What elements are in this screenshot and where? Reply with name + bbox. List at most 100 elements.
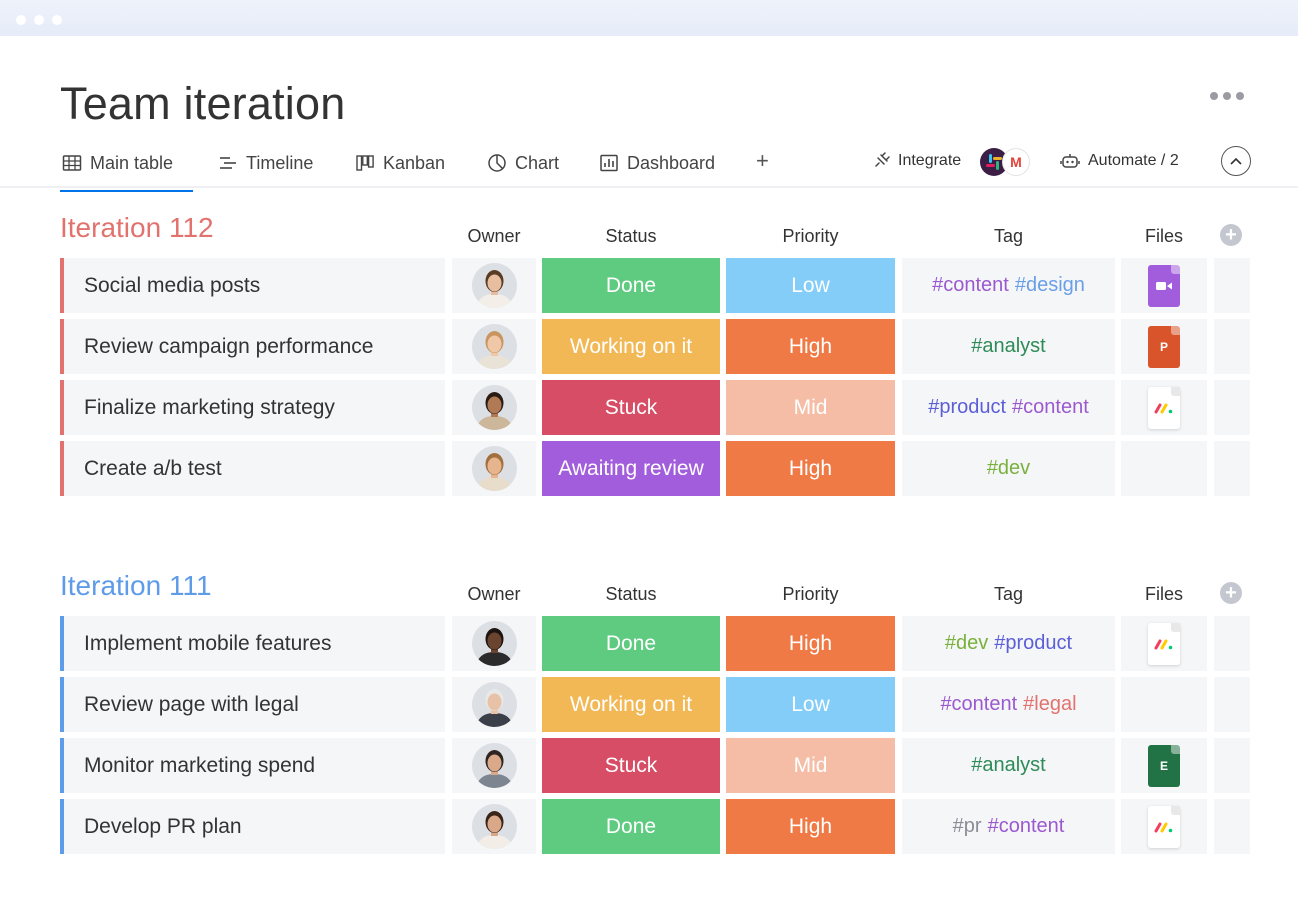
files-cell[interactable]: E [1121,738,1207,793]
status-badge[interactable]: Awaiting review [542,441,720,496]
priority-badge[interactable]: Low [726,677,895,732]
integrate-button[interactable]: Integrate [872,152,961,170]
files-cell[interactable] [1121,380,1207,435]
status-badge[interactable]: Done [542,258,720,313]
tab-dashboard[interactable]: Dashboard [599,144,715,182]
column-header-tag[interactable]: Tag [902,226,1115,247]
tag-cell[interactable]: #dev #product [902,616,1115,671]
tag-cell[interactable]: #content #legal [902,677,1115,732]
tag-chip[interactable]: #product [928,396,1006,419]
add-column-button[interactable]: + [1220,582,1242,604]
empty-cell[interactable] [1214,799,1250,854]
empty-cell[interactable] [1214,441,1250,496]
add-column-button[interactable]: + [1220,224,1242,246]
monday-file-icon[interactable] [1148,386,1180,429]
tag-chip[interactable]: #design [1015,274,1085,297]
column-header-files[interactable]: Files [1121,584,1207,605]
group-title[interactable]: Iteration 112 [60,212,214,244]
more-options-icon[interactable] [1210,92,1246,104]
column-header-files[interactable]: Files [1121,226,1207,247]
tag-cell[interactable]: #content #design [902,258,1115,313]
tag-chip[interactable]: #content [940,693,1017,716]
tab-main-table[interactable]: Main table [59,144,194,192]
files-cell[interactable] [1121,441,1207,496]
tag-chip[interactable]: #dev [945,632,988,655]
files-cell[interactable]: P [1121,319,1207,374]
tab-chart[interactable]: Chart [487,144,559,182]
tag-cell[interactable]: #analyst [902,319,1115,374]
empty-cell[interactable] [1214,319,1250,374]
priority-badge[interactable]: Low [726,258,895,313]
files-cell[interactable] [1121,677,1207,732]
priority-badge[interactable]: High [726,616,895,671]
monday-file-icon[interactable] [1148,622,1180,665]
owner-cell[interactable] [452,319,536,374]
tag-chip[interactable]: #analyst [971,335,1046,358]
priority-badge[interactable]: Mid [726,738,895,793]
owner-cell[interactable] [452,441,536,496]
item-name-cell[interactable]: Social media posts [60,258,445,313]
column-header-status[interactable]: Status [542,226,720,247]
tag-chip[interactable]: #content [1012,396,1089,419]
empty-cell[interactable] [1214,616,1250,671]
tag-chip[interactable]: #analyst [971,754,1046,777]
priority-badge[interactable]: High [726,799,895,854]
tag-chip[interactable]: #content [932,274,1009,297]
files-cell[interactable] [1121,258,1207,313]
powerpoint-file-icon[interactable]: P [1148,325,1180,368]
item-name-cell[interactable]: Monitor marketing spend [60,738,445,793]
window-dot[interactable] [16,15,26,25]
window-dot[interactable] [52,15,62,25]
collapse-header-button[interactable] [1221,146,1251,176]
item-name-cell[interactable]: Implement mobile features [60,616,445,671]
files-cell[interactable] [1121,799,1207,854]
tag-chip[interactable]: #pr [953,815,982,838]
owner-cell[interactable] [452,738,536,793]
owner-cell[interactable] [452,616,536,671]
column-header-priority[interactable]: Priority [726,584,895,605]
status-badge[interactable]: Working on it [542,677,720,732]
empty-cell[interactable] [1214,738,1250,793]
tag-chip[interactable]: #content [988,815,1065,838]
status-badge[interactable]: Done [542,616,720,671]
owner-cell[interactable] [452,677,536,732]
tag-cell[interactable]: #dev [902,441,1115,496]
tag-chip[interactable]: #dev [987,457,1030,480]
owner-cell[interactable] [452,380,536,435]
tag-cell[interactable]: #analyst [902,738,1115,793]
item-name-cell[interactable]: Finalize marketing strategy [60,380,445,435]
column-header-owner[interactable]: Owner [452,584,536,605]
window-dot[interactable] [34,15,44,25]
integration-icons[interactable]: M [980,148,1032,178]
status-badge[interactable]: Stuck [542,738,720,793]
empty-cell[interactable] [1214,677,1250,732]
tag-chip[interactable]: #legal [1023,693,1076,716]
column-header-status[interactable]: Status [542,584,720,605]
status-badge[interactable]: Working on it [542,319,720,374]
tag-cell[interactable]: #product #content [902,380,1115,435]
owner-cell[interactable] [452,258,536,313]
item-name-cell[interactable]: Review campaign performance [60,319,445,374]
add-view-button[interactable]: + [756,148,769,174]
group-title[interactable]: Iteration 111 [60,570,212,602]
owner-cell[interactable] [452,799,536,854]
tag-cell[interactable]: #pr #content [902,799,1115,854]
priority-badge[interactable]: Mid [726,380,895,435]
status-badge[interactable]: Stuck [542,380,720,435]
column-header-priority[interactable]: Priority [726,226,895,247]
item-name-cell[interactable]: Review page with legal [60,677,445,732]
item-name-cell[interactable]: Create a/b test [60,441,445,496]
empty-cell[interactable] [1214,258,1250,313]
files-cell[interactable] [1121,616,1207,671]
video-file-icon[interactable] [1148,264,1180,307]
tab-timeline[interactable]: Timeline [218,144,313,182]
monday-file-icon[interactable] [1148,805,1180,848]
item-name-cell[interactable]: Develop PR plan [60,799,445,854]
priority-badge[interactable]: High [726,441,895,496]
empty-cell[interactable] [1214,380,1250,435]
column-header-tag[interactable]: Tag [902,584,1115,605]
automate-button[interactable]: Automate / 2 [1060,152,1179,170]
tag-chip[interactable]: #product [994,632,1072,655]
priority-badge[interactable]: High [726,319,895,374]
tab-kanban[interactable]: Kanban [355,144,445,182]
